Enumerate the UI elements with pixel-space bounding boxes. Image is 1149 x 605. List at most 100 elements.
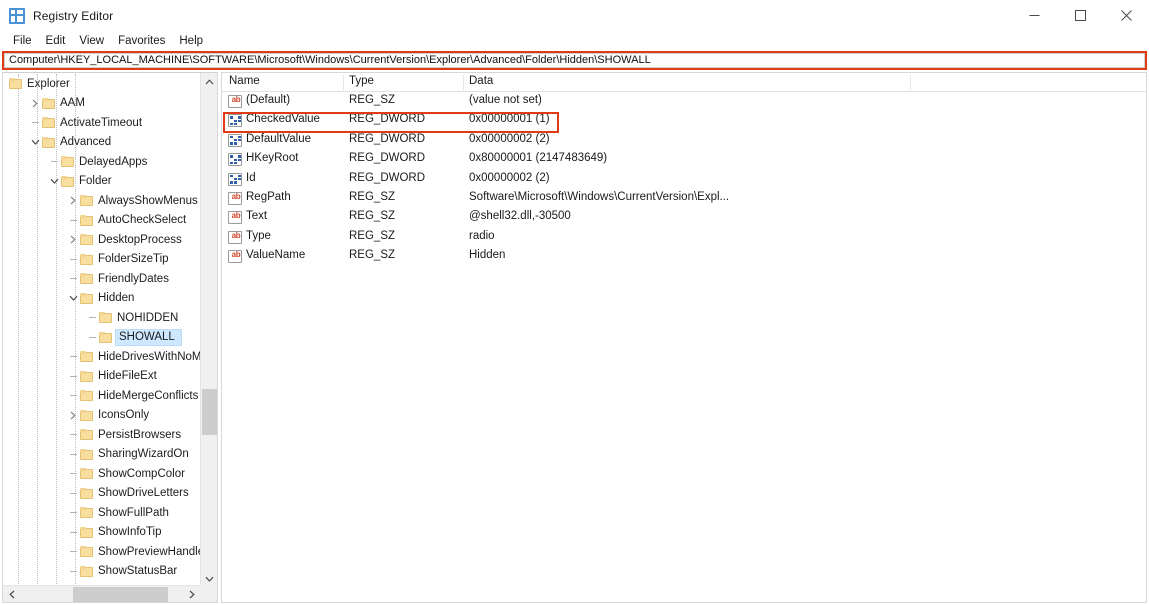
menu-item-file[interactable]: File xyxy=(6,34,39,49)
menu-item-favorites[interactable]: Favorites xyxy=(111,34,172,49)
tree-item-label: FolderSizeTip xyxy=(98,253,169,266)
tree-item-showcompcolor[interactable]: ShowCompColor xyxy=(3,464,200,484)
string-value-icon: ab xyxy=(228,95,242,108)
string-value-icon: ab xyxy=(228,230,242,244)
tree-item-label: IconsOnly xyxy=(98,409,150,422)
menu-item-help[interactable]: Help xyxy=(172,34,210,49)
folder-icon xyxy=(80,487,93,499)
column-header-type[interactable]: Type xyxy=(349,75,374,87)
minimize-button[interactable] xyxy=(1011,0,1057,31)
tree-item-delayedapps[interactable]: DelayedApps xyxy=(3,152,200,172)
tree-item-desktopprocess[interactable]: DesktopProcess xyxy=(3,230,200,250)
registry-key-tree-pane: Explorer AAM ActivateTimeout Advanced Delaye… xyxy=(2,72,218,603)
tree-item-label: ShowPreviewHandlers xyxy=(98,545,200,558)
tree-item-showinfotip[interactable]: ShowInfoTip xyxy=(3,523,200,543)
tree-item-alwaysshowmenus[interactable]: AlwaysShowMenus xyxy=(3,191,200,211)
folder-icon xyxy=(80,507,93,519)
tree-connector xyxy=(66,269,80,288)
tree-item-activatetimeout[interactable]: ActivateTimeout xyxy=(3,113,200,133)
tree-item-label: Advanced xyxy=(60,136,112,149)
menu-bar: File Edit View Favorites Help xyxy=(0,31,1149,51)
folder-icon xyxy=(80,292,93,304)
tree-item-showpreviewhandlers[interactable]: ShowPreviewHandlers xyxy=(3,542,200,562)
chevron-down-icon[interactable] xyxy=(66,289,80,308)
value-type: REG_DWORD xyxy=(349,113,426,126)
tree-vertical-scrollbar[interactable] xyxy=(200,73,217,587)
maximize-button[interactable] xyxy=(1057,0,1103,31)
column-header-data[interactable]: Data xyxy=(469,75,493,87)
close-button[interactable] xyxy=(1103,0,1149,31)
scrollbar-thumb[interactable] xyxy=(202,389,217,435)
value-row[interactable]: DefaultValue REG_DWORD 0x00000002 (2) xyxy=(222,131,1146,150)
value-row[interactable]: ab Text REG_SZ @shell32.dll,-30500 xyxy=(222,208,1146,227)
value-row[interactable]: ab Type REG_SZ radio xyxy=(222,228,1146,247)
folder-icon xyxy=(61,175,74,187)
chevron-right-icon[interactable] xyxy=(66,406,80,425)
value-data: (value not set) xyxy=(469,94,542,106)
value-row[interactable]: Id REG_DWORD 0x00000002 (2) xyxy=(222,170,1146,189)
close-icon xyxy=(1120,10,1132,21)
tree-item-showall[interactable]: SHOWALL xyxy=(3,328,200,348)
tree-item-showdriveletters[interactable]: ShowDriveLetters xyxy=(3,484,200,504)
folder-icon xyxy=(80,214,93,226)
value-name: RegPath xyxy=(246,190,291,203)
tree-connector xyxy=(66,562,80,581)
column-divider[interactable] xyxy=(343,75,344,90)
tree-item-sharingwizardon[interactable]: SharingWizardOn xyxy=(3,445,200,465)
scroll-left-button[interactable] xyxy=(3,586,20,602)
tree-item-nohidden[interactable]: NOHIDDEN xyxy=(3,308,200,328)
string-value-icon: ab xyxy=(228,250,242,264)
menu-item-view[interactable]: View xyxy=(72,34,111,49)
tree-item-aam[interactable]: AAM xyxy=(3,94,200,114)
tree-item-friendlydates[interactable]: FriendlyDates xyxy=(3,269,200,289)
tree-item-label: AAM xyxy=(60,97,85,110)
value-row[interactable]: CheckedValue REG_DWORD 0x00000001 (1) xyxy=(222,111,1146,130)
folder-icon xyxy=(99,331,112,343)
chevron-down-icon[interactable] xyxy=(28,133,42,152)
chevron-left-icon xyxy=(8,590,14,599)
value-row[interactable]: ab ValueName REG_SZ Hidden xyxy=(222,247,1146,266)
folder-icon xyxy=(9,78,22,90)
scrollbar-thumb[interactable] xyxy=(73,587,168,602)
tree-item-folder[interactable]: Folder xyxy=(3,172,200,192)
tree-item-hidefileext[interactable]: HideFileExt xyxy=(3,367,200,387)
chevron-right-icon[interactable] xyxy=(66,191,80,210)
tree-item-autocheckselect[interactable]: AutoCheckSelect xyxy=(3,211,200,231)
scroll-up-button[interactable] xyxy=(201,73,217,90)
tree-item-showstatusbar[interactable]: ShowStatusBar xyxy=(3,562,200,582)
dword-value-icon xyxy=(228,114,242,128)
folder-icon xyxy=(80,273,93,285)
tree-item-hidden[interactable]: Hidden xyxy=(3,289,200,309)
tree-item-foldersizetip[interactable]: FolderSizeTip xyxy=(3,250,200,270)
value-row[interactable]: ab (Default) REG_SZ (value not set) xyxy=(222,92,1146,111)
tree-item-advanced[interactable]: Advanced xyxy=(3,133,200,153)
folder-icon xyxy=(80,234,93,246)
tree-item-showfullpath[interactable]: ShowFullPath xyxy=(3,503,200,523)
tree-item-hidemergeconflicts[interactable]: HideMergeConflicts xyxy=(3,386,200,406)
address-bar-input[interactable]: Computer\HKEY_LOCAL_MACHINE\SOFTWARE\Mic… xyxy=(4,53,1145,68)
scroll-right-button[interactable] xyxy=(183,586,200,602)
registry-values-list: ab (Default) REG_SZ (value not set) CheckedV… xyxy=(222,92,1146,267)
tree-item-label: SHOWALL xyxy=(115,328,182,346)
tree-item-explorer[interactable]: Explorer xyxy=(3,74,200,94)
tree-horizontal-scrollbar[interactable] xyxy=(3,585,217,602)
tree-item-label: SharingWizardOn xyxy=(98,448,189,461)
chevron-up-icon xyxy=(205,78,214,84)
folder-icon xyxy=(80,429,93,441)
value-data: 0x00000001 (1) xyxy=(469,113,550,126)
value-name: Id xyxy=(246,171,256,184)
column-divider[interactable] xyxy=(463,75,464,90)
folder-icon xyxy=(80,448,93,460)
tree-connector xyxy=(66,523,80,542)
tree-item-iconsonly[interactable]: IconsOnly xyxy=(3,406,200,426)
menu-item-edit[interactable]: Edit xyxy=(39,34,73,49)
column-header-name[interactable]: Name xyxy=(229,75,260,87)
tree-item-hidedriveswithnomedi[interactable]: HideDrivesWithNoMedi xyxy=(3,347,200,367)
chevron-right-icon[interactable] xyxy=(66,230,80,249)
value-row[interactable]: HKeyRoot REG_DWORD 0x80000001 (2147483649) xyxy=(222,150,1146,169)
chevron-down-icon[interactable] xyxy=(47,172,61,191)
column-divider[interactable] xyxy=(910,75,911,90)
tree-item-persistbrowsers[interactable]: PersistBrowsers xyxy=(3,425,200,445)
chevron-right-icon[interactable] xyxy=(28,94,42,113)
value-row[interactable]: ab RegPath REG_SZ Software\Microsoft\Window… xyxy=(222,189,1146,208)
